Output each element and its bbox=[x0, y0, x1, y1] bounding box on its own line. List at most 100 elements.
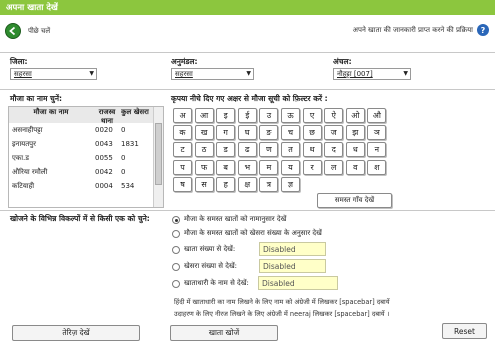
page-title: अपना खाता देखें bbox=[6, 3, 58, 13]
circle-label: अंचल: bbox=[333, 57, 352, 66]
letter-key[interactable]: ञ bbox=[367, 125, 387, 141]
circle-select[interactable]: नौहट्टा [007] ▼ bbox=[333, 68, 411, 80]
village-row[interactable]: असनाहीपट्टा 0020 0 bbox=[9, 123, 163, 137]
village-cell: 0043 bbox=[95, 140, 113, 148]
letter-key[interactable]: च bbox=[281, 125, 300, 141]
letter-key[interactable]: प bbox=[173, 159, 192, 175]
letter-key[interactable]: र bbox=[302, 159, 322, 175]
letter-key[interactable]: स bbox=[194, 176, 214, 192]
letter-key[interactable]: झ bbox=[345, 125, 365, 141]
letter-key[interactable]: ओ bbox=[345, 108, 365, 123]
letter-key[interactable]: व bbox=[345, 159, 365, 175]
letter-key[interactable]: म bbox=[259, 159, 279, 175]
letter-key[interactable]: ल bbox=[324, 159, 344, 175]
district-select[interactable]: सहरसा ▼ bbox=[10, 68, 97, 80]
divider bbox=[0, 210, 495, 211]
letter-key[interactable]: ट bbox=[173, 142, 192, 158]
letter-key[interactable]: थ bbox=[302, 142, 322, 158]
page-title-bar: अपना खाता देखें bbox=[0, 0, 495, 15]
letter-key[interactable]: भ bbox=[237, 159, 257, 175]
letter-key[interactable]: ध bbox=[345, 142, 365, 158]
letter-key[interactable]: ह bbox=[216, 176, 236, 192]
village-cell: 0 bbox=[121, 126, 126, 134]
letter-key[interactable]: य bbox=[281, 159, 300, 175]
letter-key[interactable]: ष bbox=[173, 176, 192, 192]
chevron-down-icon: ▼ bbox=[403, 70, 408, 77]
view-register-button[interactable]: तेरिज़ देखें bbox=[12, 325, 140, 341]
all-villages-button[interactable]: समस्त गाँव देखें bbox=[317, 193, 392, 208]
letter-key[interactable]: ङ bbox=[259, 125, 279, 141]
letter-key[interactable]: ए bbox=[302, 108, 322, 123]
letter-key[interactable]: न bbox=[367, 142, 387, 158]
reset-button[interactable]: Reset bbox=[442, 323, 487, 339]
village-row[interactable]: कटियाही 0004 534 bbox=[9, 179, 163, 193]
district-value: सहरसा bbox=[14, 70, 32, 78]
back-button[interactable] bbox=[5, 23, 21, 39]
letter-key[interactable]: अ bbox=[173, 108, 192, 123]
search-option[interactable]: खाता संख्या से देखें: bbox=[172, 243, 235, 256]
village-row[interactable]: एका.ड 0055 0 bbox=[9, 151, 163, 165]
village-cell: 1831 bbox=[121, 140, 139, 148]
search-input-disabled: Disabled bbox=[259, 259, 326, 273]
search-option-label: खाताधारी के नाम से देखें: bbox=[184, 279, 249, 287]
search-option[interactable]: मौजा के समस्त खातों को खेसरा संख्या के अ… bbox=[172, 227, 322, 240]
search-option-label: खाता संख्या से देखें: bbox=[184, 245, 236, 253]
info-process-link[interactable]: अपने खाता की जानकारी प्राप्त करने की प्र… bbox=[353, 26, 473, 35]
district-label: जिला: bbox=[10, 57, 28, 66]
letter-key[interactable]: ण bbox=[259, 142, 279, 158]
search-account-button[interactable]: खाता खोजें bbox=[170, 325, 278, 341]
letter-key[interactable]: ब bbox=[216, 159, 236, 175]
village-cell: 0055 bbox=[95, 154, 113, 162]
divider bbox=[0, 52, 495, 53]
village-row[interactable]: औरिया रमौली 0042 0 bbox=[9, 165, 163, 179]
scrollbar-thumb[interactable] bbox=[155, 123, 162, 185]
letter-key[interactable]: द bbox=[324, 142, 344, 158]
letter-key[interactable]: ढ bbox=[237, 142, 257, 158]
letter-key[interactable]: ऊ bbox=[281, 108, 300, 123]
letter-key[interactable]: श bbox=[367, 159, 387, 175]
radio-button[interactable] bbox=[172, 245, 180, 254]
village-cell: 534 bbox=[121, 182, 135, 190]
search-option[interactable]: खेसरा संख्या से देखें: bbox=[172, 260, 237, 273]
radio-button[interactable] bbox=[172, 215, 180, 224]
letter-key[interactable]: फ bbox=[194, 159, 214, 175]
letter-key[interactable]: त bbox=[281, 142, 300, 158]
chevron-down-icon: ▼ bbox=[246, 70, 251, 77]
subdivision-label: अनुमंडल: bbox=[171, 57, 198, 66]
search-input-disabled: Disabled bbox=[258, 276, 338, 290]
village-cell: 0 bbox=[121, 168, 126, 176]
village-cell: 0020 bbox=[95, 126, 113, 134]
village-list-scrollbar[interactable] bbox=[153, 107, 163, 207]
letter-key[interactable]: क bbox=[173, 125, 192, 141]
search-option[interactable]: मौजा के समस्त खातों को नामानुसार देखें bbox=[172, 213, 286, 226]
letter-key[interactable]: आ bbox=[194, 108, 214, 123]
letter-key[interactable]: क्ष bbox=[237, 176, 257, 192]
letter-key[interactable]: ग bbox=[216, 125, 236, 141]
radio-button[interactable] bbox=[172, 262, 180, 271]
letter-key[interactable]: छ bbox=[302, 125, 322, 141]
radio-button[interactable] bbox=[172, 229, 180, 238]
search-option-label: मौजा के समस्त खातों को खेसरा संख्या के अ… bbox=[184, 229, 322, 237]
village-row[interactable]: इनायतपुर 0043 1831 bbox=[9, 137, 163, 151]
village-list[interactable]: मौजा का नाम राजस्व थाना कुल खेसरा असनाही… bbox=[8, 106, 164, 208]
column-header: मौजा का नाम bbox=[33, 108, 69, 116]
letter-key[interactable]: त्र bbox=[259, 176, 279, 192]
subdivision-select[interactable]: सहरसा ▼ bbox=[171, 68, 254, 80]
letter-key[interactable]: इ bbox=[216, 108, 236, 123]
letter-key[interactable]: ज्ञ bbox=[281, 176, 300, 192]
letter-key[interactable]: ऐ bbox=[324, 108, 344, 123]
letter-key[interactable]: घ bbox=[237, 125, 257, 141]
letter-key[interactable]: औ bbox=[367, 108, 387, 123]
letter-key[interactable]: ज bbox=[324, 125, 344, 141]
letter-key[interactable]: ख bbox=[194, 125, 214, 141]
radio-button[interactable] bbox=[172, 279, 180, 288]
letter-key[interactable]: ड bbox=[216, 142, 236, 158]
back-label[interactable]: पीछे चलें bbox=[28, 27, 50, 36]
help-icon[interactable]: ? bbox=[477, 24, 489, 36]
search-option-label: खेसरा संख्या से देखें: bbox=[184, 262, 238, 270]
letter-key[interactable]: उ bbox=[259, 108, 279, 123]
village-cell: 0004 bbox=[95, 182, 113, 190]
letter-key[interactable]: ठ bbox=[194, 142, 214, 158]
letter-key[interactable]: ई bbox=[237, 108, 257, 123]
search-option[interactable]: खाताधारी के नाम से देखें: bbox=[172, 277, 249, 290]
